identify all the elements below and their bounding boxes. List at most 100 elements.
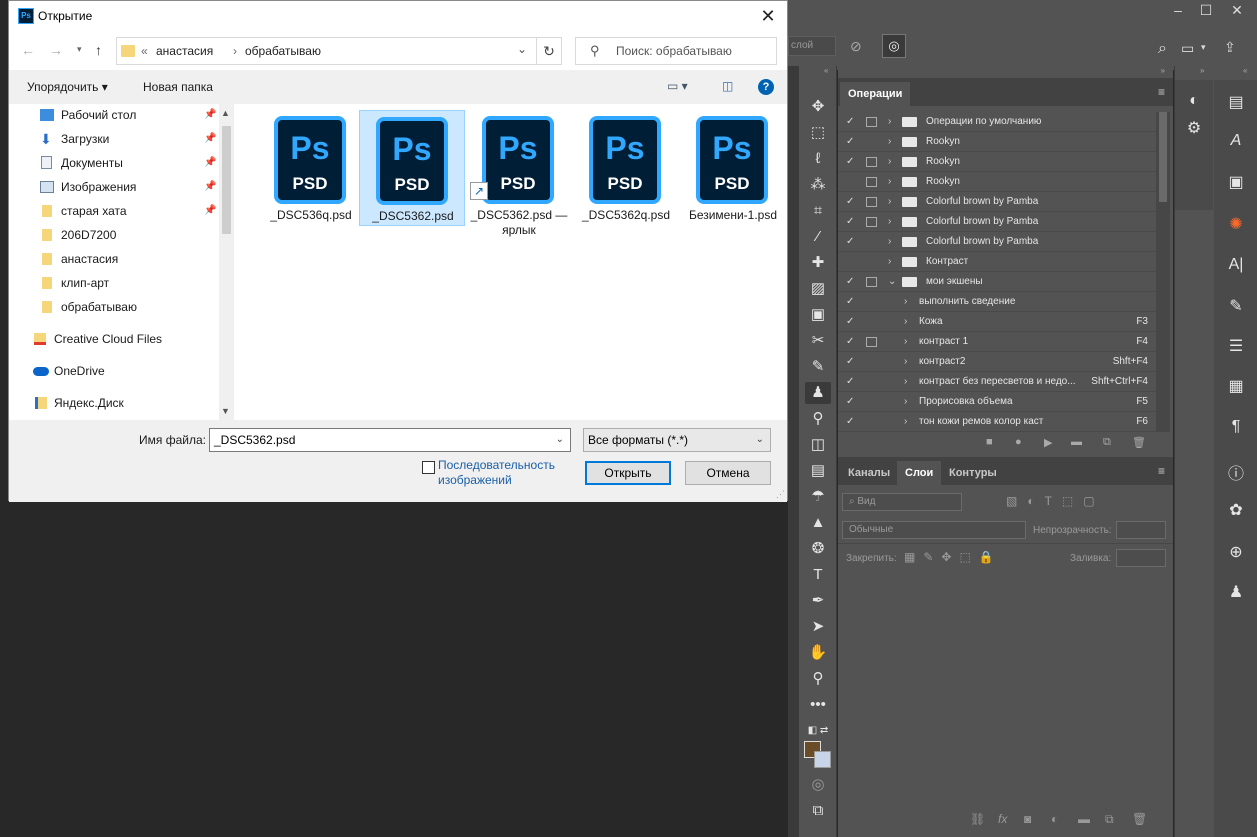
- actions-scrollbar[interactable]: [1156, 112, 1170, 432]
- collapse-chevron-icon[interactable]: ›: [888, 172, 891, 192]
- action-row[interactable]: ✓ ⌄ мои экшены: [838, 272, 1156, 292]
- fill-input[interactable]: [1116, 549, 1166, 567]
- tab-channels[interactable]: Каналы: [840, 461, 898, 485]
- preview-pane-icon[interactable]: ◫: [722, 79, 733, 93]
- file-item-selected[interactable]: Ps PSD _DSC5362.psd: [359, 110, 465, 226]
- clone-source-icon[interactable]: ♟: [1221, 582, 1251, 602]
- nav-scrollbar[interactable]: ▲ ▼: [219, 104, 234, 420]
- nav-item-yandex-disk[interactable]: Яндекс.Диск: [9, 392, 219, 414]
- toggle-check-icon[interactable]: ✓: [846, 152, 858, 172]
- action-row[interactable]: ✓ › Rookyn: [838, 132, 1156, 152]
- bandaid-icon[interactable]: ▨: [805, 278, 831, 300]
- screen-mode-icon[interactable]: ⧉: [805, 800, 831, 822]
- more-tools-icon[interactable]: •••: [805, 694, 831, 716]
- new-folder-button[interactable]: Новая папка: [143, 80, 213, 94]
- background-color[interactable]: [814, 751, 831, 768]
- layers-menu-icon[interactable]: ≡: [1158, 464, 1165, 478]
- organize-button[interactable]: Упорядочить ▾: [27, 80, 108, 94]
- scroll-down-icon[interactable]: ▼: [221, 406, 230, 416]
- swatches-icon[interactable]: ✿: [1221, 500, 1251, 520]
- record-icon[interactable]: ●: [1015, 436, 1022, 448]
- sequence-label[interactable]: Последовательность изображений: [438, 458, 568, 488]
- plugin-icon[interactable]: ✺: [1221, 214, 1251, 234]
- ps-search-icon[interactable]: ⌕: [1158, 40, 1167, 58]
- pressure-icon[interactable]: ◎: [882, 34, 906, 58]
- new-layer-icon[interactable]: ⧉: [1105, 812, 1114, 827]
- help-icon[interactable]: ?: [758, 79, 774, 95]
- nav-item-downloads[interactable]: ⬇ Загрузки 📌: [9, 128, 219, 150]
- link-icon[interactable]: ⛓: [970, 812, 985, 826]
- nav-item-anastasia[interactable]: анастасия: [9, 248, 219, 270]
- action-row[interactable]: ✓ › Colorful brown by Pamba: [838, 212, 1156, 232]
- collapse-chevron-icon[interactable]: ›: [904, 392, 907, 412]
- dialog-toggle-icon[interactable]: [866, 117, 877, 127]
- pen-tool-icon[interactable]: ✒: [805, 590, 831, 612]
- action-row[interactable]: ✓ › контраст 1 F4: [838, 332, 1156, 352]
- smudge-icon[interactable]: ☂: [805, 486, 831, 508]
- tab-paths[interactable]: Контуры: [941, 461, 1005, 485]
- character-icon[interactable]: A: [1221, 132, 1251, 150]
- action-row[interactable]: › Rookyn: [838, 172, 1156, 192]
- styles-icon[interactable]: ⚙: [1179, 118, 1209, 138]
- zoom-tool-icon[interactable]: ⚲: [805, 668, 831, 690]
- group-icon[interactable]: ▬: [1078, 812, 1090, 826]
- nav-item-creative-cloud[interactable]: Creative Cloud Files: [9, 328, 219, 350]
- quick-select-icon[interactable]: ⁂: [805, 174, 831, 196]
- collapse-chevron-icon[interactable]: ›: [888, 112, 891, 132]
- action-row[interactable]: ✓ › тон кожи ремов колор каст F6: [838, 412, 1156, 432]
- collapse-chevron-icon[interactable]: ›: [888, 192, 891, 212]
- toggle-check-icon[interactable]: ✓: [846, 392, 858, 412]
- stop-icon[interactable]: ■: [986, 436, 993, 448]
- collapse-chevron-icon[interactable]: ›: [888, 212, 891, 232]
- info-icon[interactable]: ⓘ: [1221, 460, 1251, 484]
- layers-filter-input[interactable]: ⌕ Вид: [842, 493, 962, 511]
- tab-layers[interactable]: Слои: [897, 461, 942, 485]
- address-bar[interactable]: « анастасия › обрабатываю ⌄: [116, 37, 537, 65]
- file-item[interactable]: Ps PSD _DSC5362q.psd: [573, 110, 679, 226]
- file-item[interactable]: Ps PSD Безимени-1.psd: [680, 110, 786, 226]
- dialog-toggle-icon[interactable]: [866, 337, 877, 347]
- dialog-toggle-icon[interactable]: [866, 177, 877, 187]
- nav-item-onedrive[interactable]: OneDrive: [9, 360, 219, 382]
- collapse-bar[interactable]: «»: [824, 66, 1173, 78]
- image-icon[interactable]: ▣: [1221, 172, 1251, 192]
- grid-icon[interactable]: ▦: [1221, 376, 1251, 396]
- dodge-icon[interactable]: ❂: [805, 538, 831, 560]
- toggle-check-icon[interactable]: ✓: [846, 212, 858, 232]
- open-button[interactable]: Открыть: [585, 461, 671, 485]
- toggle-check-icon[interactable]: ✓: [846, 372, 858, 392]
- nav-item-processing[interactable]: обрабатываю: [9, 296, 219, 318]
- action-row[interactable]: ✓ › выполнить сведение: [838, 292, 1156, 312]
- new-set-icon[interactable]: ▬: [1071, 436, 1082, 448]
- breadcrumb-anastasia[interactable]: анастасия: [156, 44, 213, 58]
- refresh-icon[interactable]: ↻: [536, 37, 562, 65]
- action-row[interactable]: ✓ › Операции по умолчанию: [838, 112, 1156, 132]
- toggle-check-icon[interactable]: ✓: [846, 272, 858, 292]
- up-arrow-icon[interactable]: ↑: [95, 42, 102, 58]
- new-action-icon[interactable]: ⧉: [1103, 436, 1111, 449]
- scroll-up-icon[interactable]: ▲: [221, 108, 230, 118]
- workspace-chevron-icon[interactable]: ▾: [1201, 42, 1206, 53]
- fx-icon[interactable]: fx: [998, 812, 1007, 826]
- stamp-tool-icon[interactable]: ♟: [805, 382, 831, 404]
- lasso-tool-icon[interactable]: ℓ: [805, 148, 831, 170]
- paragraph-icon[interactable]: ¶: [1221, 418, 1251, 436]
- filename-input[interactable]: _DSC5362.psd ⌄: [209, 428, 571, 452]
- toggle-check-icon[interactable]: ✓: [846, 292, 858, 312]
- toggle-check-icon[interactable]: ✓: [846, 352, 858, 372]
- play-icon[interactable]: ▶: [1044, 436, 1052, 449]
- actions-menu-icon[interactable]: ≡: [1158, 85, 1165, 99]
- toggle-check-icon[interactable]: ✓: [846, 112, 858, 132]
- adjustment-icon[interactable]: ◐: [1051, 812, 1058, 826]
- type-tool-icon[interactable]: T: [805, 564, 831, 586]
- gradient-icon[interactable]: ▤: [805, 460, 831, 482]
- move-tool-icon[interactable]: ✥: [805, 96, 831, 118]
- nav-item-pictures[interactable]: Изображения 📌: [9, 176, 219, 198]
- crop-tool-icon[interactable]: ⌗: [805, 200, 831, 222]
- hand-tool-icon[interactable]: ✋: [805, 642, 831, 664]
- marquee-tool-icon[interactable]: ⬚: [805, 122, 831, 144]
- workspace-icon[interactable]: ▭: [1181, 40, 1194, 57]
- brush-tool-icon[interactable]: ✎: [805, 356, 831, 378]
- path-select-icon[interactable]: ➤: [805, 616, 831, 638]
- close-icon[interactable]: ✕: [755, 4, 781, 28]
